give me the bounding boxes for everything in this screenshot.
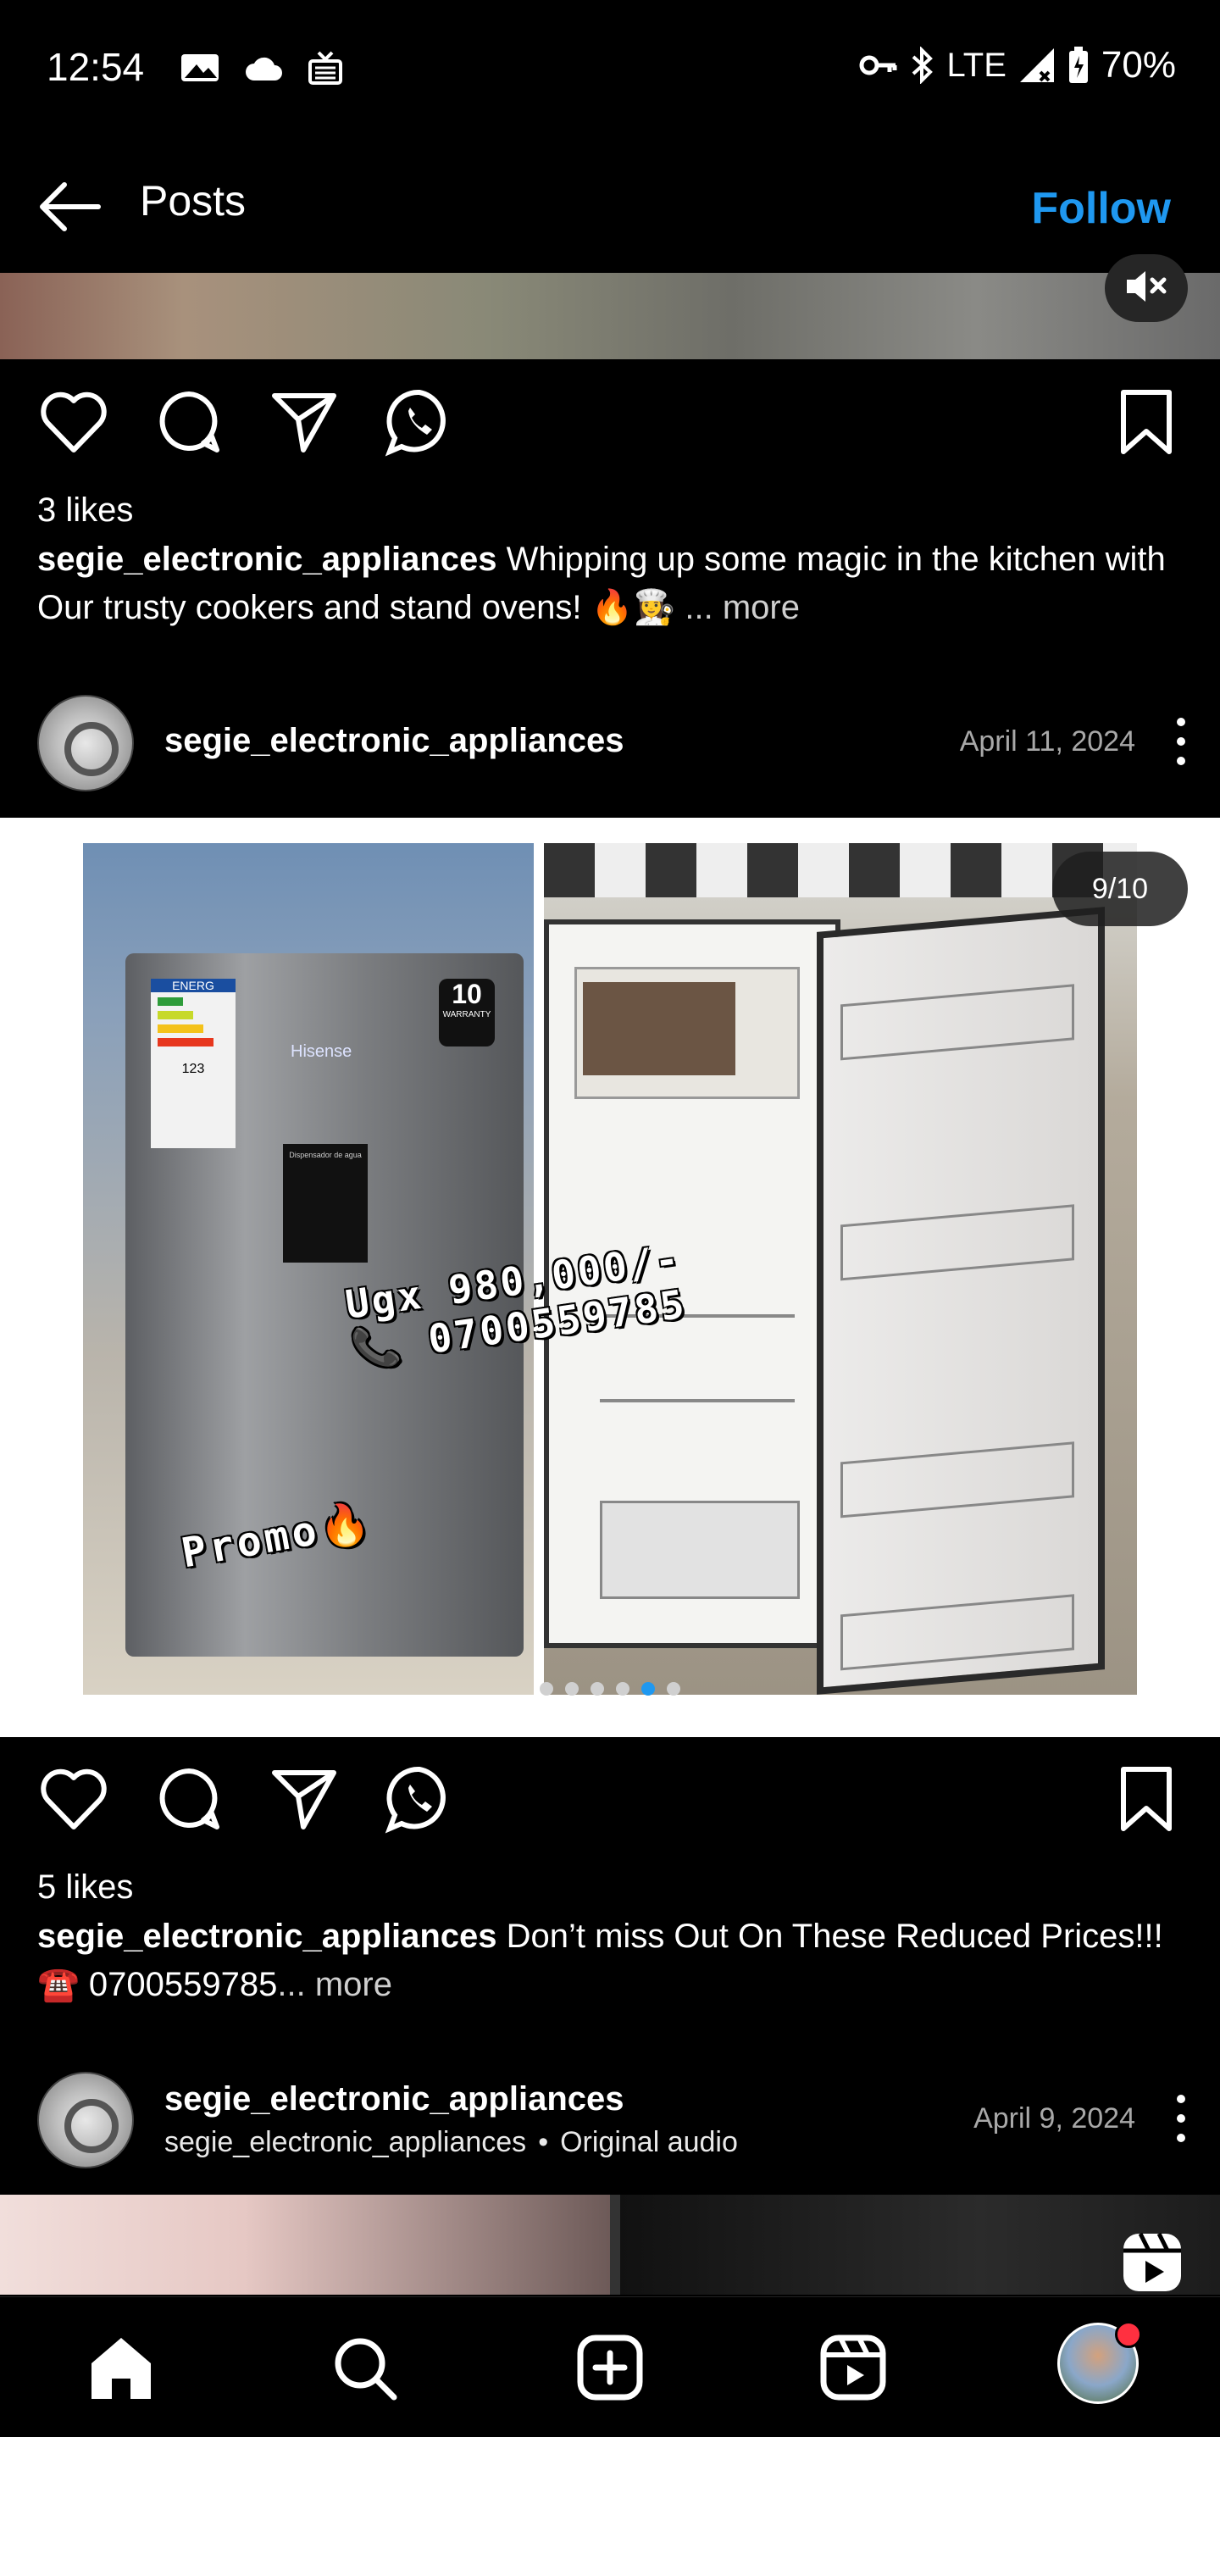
warranty-years: 10 [452, 979, 482, 1009]
bottom-navigation [0, 2296, 1220, 2438]
reels-icon[interactable] [815, 2329, 891, 2406]
water-dispenser: Dispensador de agua [283, 1144, 368, 1263]
caption-username[interactable]: segie_electronic_appliances [37, 541, 497, 578]
carousel-dot [616, 1682, 629, 1696]
whatsapp-icon[interactable] [383, 1763, 456, 1835]
search-icon[interactable] [326, 2329, 402, 2406]
system-area [0, 2437, 1220, 2576]
comment-icon[interactable] [152, 1763, 225, 1835]
dispenser-label: Dispensador de agua [289, 1151, 362, 1159]
speaker-muted-icon [1127, 271, 1167, 302]
post1-likes[interactable]: 3 likes [37, 491, 133, 530]
notification-dot [1115, 2321, 1142, 2348]
cloud-icon [246, 57, 282, 80]
carousel-dot [667, 1682, 680, 1696]
signal-icon [1019, 48, 1054, 82]
post2-caption[interactable]: segie_electronic_appliances Don’t miss O… [37, 1913, 1190, 2009]
post3-media-left [0, 2195, 610, 2295]
post3-username[interactable]: segie_electronic_appliances [164, 2080, 624, 2118]
status-right: LTE 70% [859, 44, 1176, 86]
energy-label: ENERG 123 [151, 979, 236, 1148]
caption-more[interactable]: ... more [277, 1966, 392, 2003]
carousel-dots [0, 1682, 1220, 1696]
carousel-counter: 9/10 [1052, 852, 1188, 926]
post2-media[interactable]: ENERG 123 Hisense 10 WARRANTY Dispensado… [0, 818, 1220, 1737]
shelf-products [544, 843, 1137, 897]
more-options-icon[interactable] [1171, 712, 1191, 771]
fridge-door [817, 907, 1105, 1695]
mute-button[interactable] [1105, 254, 1188, 322]
like-heart-icon[interactable] [37, 386, 110, 458]
share-send-icon[interactable] [268, 386, 341, 458]
top-bar: Posts Follow [0, 136, 1220, 271]
carousel-dot [591, 1682, 604, 1696]
post3-subtitle: segie_electronic_appliances • Original a… [164, 2126, 738, 2159]
brand-logo: Hisense [291, 1042, 352, 1061]
network-type: LTE [946, 46, 1006, 84]
cast-icon [308, 51, 342, 85]
warranty-word: WARRANTY [442, 1010, 491, 1019]
more-options-icon[interactable] [1171, 2089, 1191, 2148]
whatsapp-icon[interactable] [383, 386, 456, 458]
energy-label-value: 123 [181, 1062, 205, 1076]
comment-icon[interactable] [152, 386, 225, 458]
subtitle-user[interactable]: segie_electronic_appliances [164, 2126, 526, 2159]
page-title: Posts [140, 177, 247, 225]
subtitle-audio[interactable]: Original audio [560, 2126, 738, 2159]
post1-caption[interactable]: segie_electronic_appliances Whipping up … [37, 536, 1190, 632]
status-time: 12:54 [47, 45, 145, 89]
home-icon[interactable] [83, 2329, 159, 2406]
subtitle-separator: • [538, 2126, 549, 2158]
post2-username[interactable]: segie_electronic_appliances [164, 722, 624, 760]
like-heart-icon[interactable] [37, 1763, 110, 1835]
post2-header: segie_electronic_appliances April 11, 20… [0, 678, 1220, 805]
previous-post-media[interactable] [0, 273, 1220, 359]
post3-media[interactable] [0, 2195, 1220, 2295]
create-icon[interactable] [572, 2329, 648, 2406]
avatar[interactable] [37, 695, 134, 791]
carousel-dot [641, 1682, 655, 1696]
post2-actions [0, 1763, 1220, 1856]
carousel-dot [540, 1682, 553, 1696]
save-bookmark-icon[interactable] [1110, 386, 1183, 458]
image-notification-icon [181, 54, 219, 81]
post3-header: segie_electronic_appliances segie_electr… [0, 2055, 1220, 2182]
share-send-icon[interactable] [268, 1763, 341, 1835]
energy-label-title: ENERG [151, 979, 236, 992]
caption-username[interactable]: segie_electronic_appliances [37, 1918, 497, 1955]
caption-more[interactable]: ... more [685, 589, 800, 626]
battery-icon [1068, 47, 1088, 83]
battery-percent: 70% [1101, 44, 1176, 86]
post2-likes[interactable]: 5 likes [37, 1868, 133, 1907]
bluetooth-icon [912, 47, 933, 84]
warranty-badge: 10 WARRANTY [439, 979, 495, 1046]
save-bookmark-icon[interactable] [1110, 1763, 1183, 1835]
vpn-key-icon [859, 55, 897, 75]
follow-button[interactable]: Follow [1031, 183, 1171, 234]
post2-date: April 11, 2024 [959, 725, 1135, 758]
arrow-left-icon[interactable] [36, 180, 103, 234]
avatar[interactable] [37, 2072, 134, 2168]
post1-actions [0, 386, 1220, 479]
status-bar: 12:54 LTE 70% [0, 0, 1220, 136]
reels-icon [1123, 2232, 1181, 2291]
status-left-icons [180, 49, 344, 86]
post3-date: April 9, 2024 [973, 2102, 1135, 2135]
carousel-dot [565, 1682, 579, 1696]
